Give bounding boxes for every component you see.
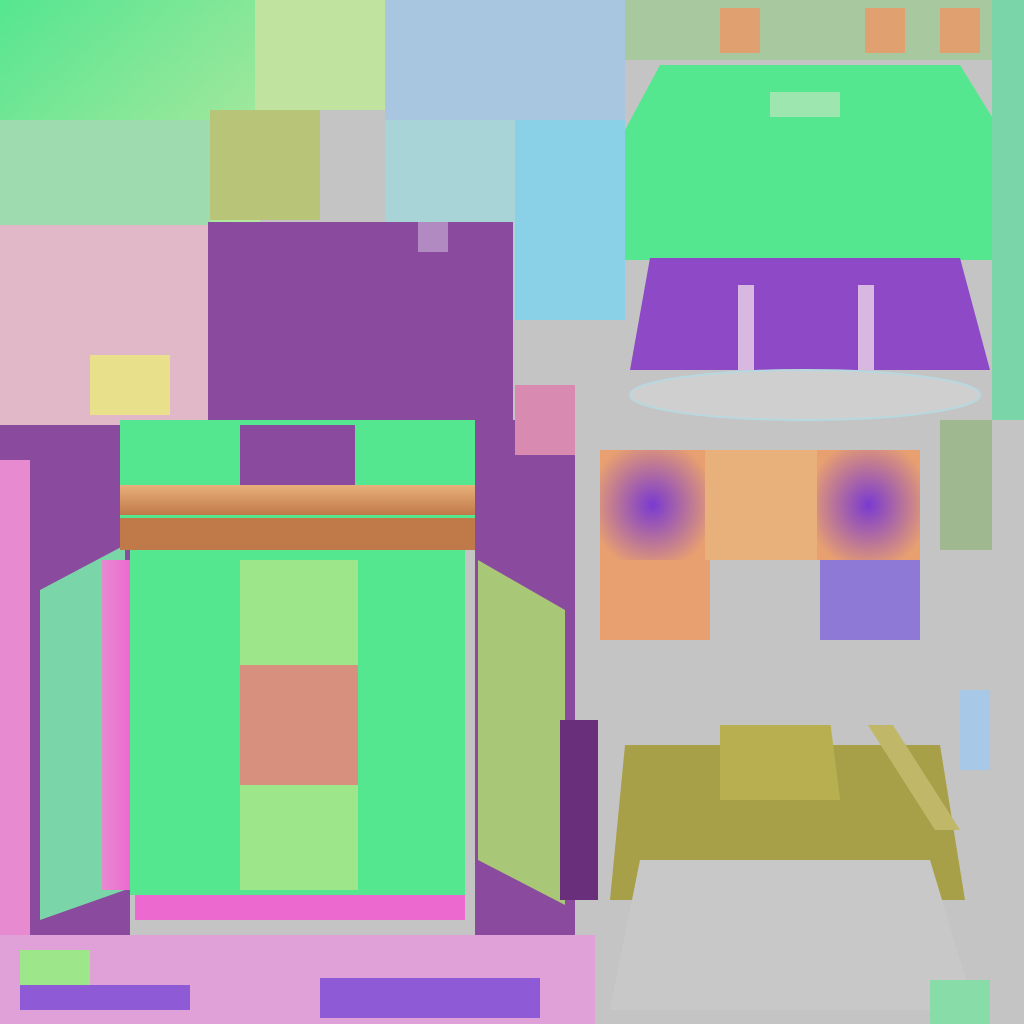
right-edge-strip	[992, 0, 1024, 420]
gradient-square-middle	[705, 450, 817, 560]
dark-purple-slit	[560, 720, 598, 900]
gradient-square-lower-left	[600, 560, 710, 640]
orange-rim	[120, 518, 475, 550]
top-green-strip	[255, 0, 385, 110]
pattern-dot-2	[865, 8, 905, 53]
pattern-dot-1	[720, 8, 760, 53]
light-blue-highlight	[515, 120, 625, 320]
bottom-green-chip	[20, 950, 90, 990]
upper-sky-blue-patch	[385, 0, 625, 120]
olive-tile	[210, 110, 320, 220]
pale-yellow-blob	[90, 355, 170, 415]
gray-lower-right-area	[600, 640, 995, 725]
purple-block-shadow	[418, 222, 448, 252]
gradient-square-right	[817, 450, 920, 560]
bottom-purple-stroke-right	[320, 978, 540, 1018]
right-pink-strip	[515, 385, 575, 455]
pattern-dot-3	[940, 8, 980, 53]
purple-band-pillar-1	[738, 285, 754, 370]
right-green-wedge	[478, 560, 565, 905]
atlas-canvas	[0, 0, 1024, 1024]
right-side-light-strip	[960, 690, 990, 770]
gray-trapezoid-bottom	[610, 860, 975, 1010]
texture-atlas	[0, 0, 1024, 1024]
purple-band-pillar-2	[858, 285, 874, 370]
gray-ellipse	[629, 369, 981, 421]
olive-highlight	[720, 720, 840, 800]
green-box-lid-band	[120, 485, 475, 515]
right-purple-band	[630, 258, 990, 370]
pink-box-edge-left	[102, 560, 130, 890]
left-pink-edge	[0, 460, 30, 940]
gradient-square-lower-right	[820, 560, 920, 640]
right-bottom-chip	[930, 980, 990, 1024]
right-edge-pattern	[940, 420, 992, 550]
gradient-square-left	[600, 450, 705, 560]
roof-highlight	[770, 92, 840, 117]
pink-box-base	[135, 895, 465, 920]
salmon-square	[240, 665, 358, 785]
purple-notch	[240, 425, 355, 485]
purple-block	[208, 222, 513, 422]
bottom-purple-stroke-left	[20, 985, 190, 1010]
top-left-cloud	[0, 120, 210, 225]
